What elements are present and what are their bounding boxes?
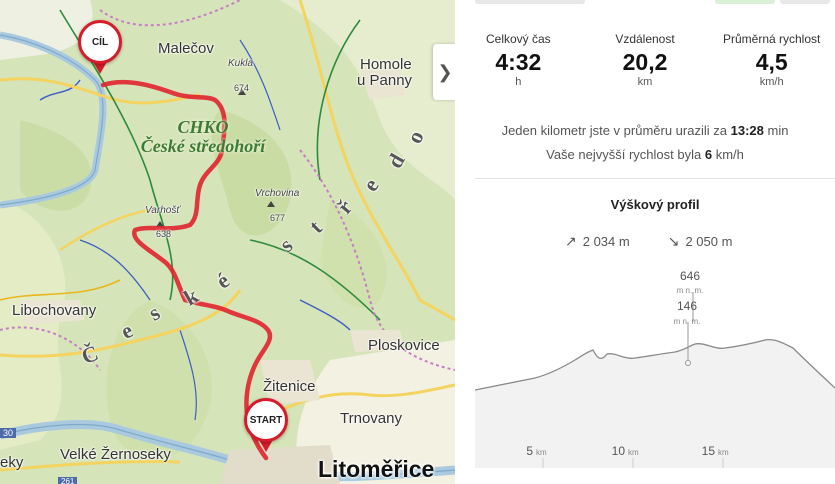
descent-value: 2 050 m — [685, 234, 733, 249]
stat-unit: km — [637, 76, 653, 88]
profile-point — [685, 360, 691, 366]
ascent-total: ↗ 2 034 m — [565, 233, 630, 250]
max-speed-unit: km/h — [715, 147, 744, 162]
profile-max-value: 646 — [680, 269, 700, 283]
place-label-partial: eky — [0, 454, 24, 471]
max-speed-line: Vaše nejvyšší rychlost byla 6 km/h — [455, 143, 835, 167]
x-tick-value: 5 — [526, 444, 533, 458]
stat-unit: km/h — [759, 76, 784, 88]
stat-average-speed: Průměrná rychlost 4,5 km/h — [708, 32, 835, 89]
x-tick-unit: km — [628, 448, 639, 457]
peak-label-varhost: Varhošť — [145, 205, 180, 216]
app-root: Malečov Kukla 674 Homole u Panny CHKO Če… — [0, 0, 835, 484]
peak-label-vrchovina: Vrchovina — [255, 188, 300, 199]
x-tick-value: 15 — [702, 444, 716, 458]
peak-elevation-varhost: 638 — [156, 229, 172, 239]
place-label-ploskovice: Ploskovice — [368, 337, 440, 354]
place-label-litomerice: Litoměřice — [318, 456, 435, 482]
profile-min-unit: m n. m. — [674, 317, 701, 326]
elevation-totals: ↗ 2 034 m ↘ 2 050 m — [565, 233, 732, 250]
stat-label: Průměrná rychlost — [722, 32, 821, 46]
profile-max-unit: m n. m. — [677, 286, 704, 295]
collapse-panel-button[interactable]: ❯ — [433, 44, 457, 100]
route-stats: Celkový čas 4:32 h Vzdálenost 20,2 km Pr… — [455, 32, 835, 89]
place-label-trnovany: Trnovany — [340, 410, 402, 427]
peak-label-kukla: Kukla — [228, 58, 254, 69]
place-label-zitenice: Žitenice — [263, 378, 316, 395]
road-number-30: 30 — [0, 428, 17, 438]
chko-label-line2: České středohoří — [140, 136, 266, 156]
arrow-up-right-icon: ↗ — [565, 233, 577, 249]
protected-area-label: CHKO České středohoří — [128, 118, 278, 156]
descent-total: ↘ 2 050 m — [668, 233, 733, 250]
stat-value: 4,5 — [755, 49, 788, 75]
stat-unit: h — [515, 76, 522, 88]
elevation-profile-title: Výškový profil — [610, 197, 700, 212]
stat-value: 4:32 — [495, 49, 542, 75]
stat-label: Vzdálenost — [615, 32, 675, 46]
elevation-profile-chart[interactable]: 646 m n. m. 146 m n. m. 5 km 10 km 15 km — [475, 262, 835, 468]
place-label-libochovany: Libochovany — [12, 302, 97, 319]
chko-label-line1: CHKO — [177, 117, 229, 137]
peak-elevation-kukla: 674 — [234, 83, 250, 93]
profile-min-value: 146 — [677, 299, 697, 313]
road-number-261: 261 — [58, 477, 78, 484]
section-divider — [475, 178, 835, 179]
ascent-value: 2 034 m — [582, 234, 630, 249]
x-tick-value: 10 — [612, 444, 626, 458]
pace-text: Jeden kilometr jste v průměru urazili za — [501, 123, 727, 138]
x-tick-unit: km — [718, 448, 729, 457]
panel-top-edge — [475, 0, 835, 4]
max-speed-value: 6 — [704, 147, 713, 162]
map-view[interactable]: Malečov Kukla 674 Homole u Panny CHKO Če… — [0, 0, 455, 484]
pace-summary: Jeden kilometr jste v průměru urazili za… — [455, 119, 835, 167]
place-label-homole: Homole — [360, 56, 412, 73]
x-tick-unit: km — [536, 448, 547, 457]
stat-distance: Vzdálenost 20,2 km — [582, 32, 709, 89]
pace-unit: min — [767, 123, 789, 138]
stat-total-time: Celkový čas 4:32 h — [455, 32, 582, 89]
pace-value: 13:28 — [730, 123, 764, 138]
chevron-right-icon: ❯ — [437, 61, 453, 82]
route-detail-panel: Celkový čas 4:32 h Vzdálenost 20,2 km Pr… — [455, 0, 835, 484]
place-label-velke-zernoseky: Velké Žernoseky — [60, 446, 171, 463]
start-pin-label: START — [244, 398, 288, 442]
max-speed-text: Vaše nejvyšší rychlost byla — [546, 147, 702, 162]
arrow-down-right-icon: ↘ — [667, 233, 680, 249]
place-label-u-panny: u Panny — [357, 72, 413, 89]
stat-label: Celkový čas — [485, 32, 551, 46]
place-label-malecov: Malečov — [158, 40, 214, 57]
stat-value: 20,2 — [622, 49, 668, 75]
peak-elevation-vrchovina: 677 — [270, 213, 286, 223]
finish-pin-label: CÍL — [78, 20, 122, 64]
pace-line: Jeden kilometr jste v průměru urazili za… — [455, 119, 835, 143]
